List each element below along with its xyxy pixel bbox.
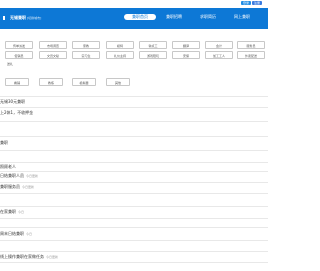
list-item-title: 日结兼职人员 [0,173,24,178]
divider [0,262,268,263]
divider [0,206,268,207]
top-actions: 登录 注册 [240,1,262,5]
divider [0,162,268,163]
category-chip[interactable]: 看铺 [5,78,29,86]
category-chip[interactable]: 其他 [106,78,130,86]
category-chip[interactable]: 文员文秘 [39,51,67,59]
main-nav: 兼职首页 兼职招聘 求职简历 网上兼职 [0,14,268,20]
nav-item-home[interactable]: 兼职首页 [124,14,156,20]
divider [0,218,268,219]
divider [0,182,268,183]
list-item[interactable]: 在家兼职 今日 [0,209,24,215]
list-item-title: 在家兼职 [0,209,16,214]
category-chip[interactable]: 礼仪主持 [106,51,134,59]
divider [0,227,268,228]
category-chip[interactable]: 教练 [39,78,63,86]
divider [0,136,268,137]
category-chip[interactable]: 促销员 [5,51,33,59]
register-button[interactable]: 注册 [251,1,262,5]
list-item[interactable]: 照顾老人 [0,164,18,170]
list-item-title: 线上操作兼职在家做任务 [0,254,44,259]
list-item[interactable]: 日结兼职人员 今日更新 [0,173,38,179]
list-item[interactable]: 无锡30元兼职 [0,99,27,105]
list-item[interactable]: 线上操作兼职在家做任务 今日更新 [0,254,58,260]
list-item-meta: 今日更新 [26,174,39,178]
divider [0,121,268,122]
list-item-title: 上2休1，不收押金 [0,110,34,115]
category-chip[interactable]: 模拟器 [72,78,96,86]
category-chip[interactable]: 送礼 [5,60,33,68]
nav-item-jobs[interactable]: 兼职招聘 [162,14,186,20]
divider [0,150,268,151]
list-item-title: 周末日结兼职 [0,231,24,236]
list-item-title: 兼职 [0,140,8,145]
divider [0,171,268,172]
category-chip[interactable]: 市场调查 [39,41,67,49]
divider [0,107,268,108]
divider [0,193,268,194]
category-chip[interactable]: 翻译 [172,41,200,49]
category-chip[interactable]: 外卖配送 [237,51,265,59]
category-chip[interactable]: 家教 [72,41,100,49]
login-button[interactable]: 登录 [240,1,251,5]
category-grid: 传单派发 市场调查 家教 模特 钟点工 翻译 会计 服务员 促销员 文员文秘 实… [0,36,268,92]
list-item[interactable]: 上2休1，不收押金 [0,110,35,116]
list-item[interactable]: 周末日结兼职 今日 [0,231,32,237]
list-item-title: 兼职服务员 [0,184,20,189]
nav-item-online-jobs[interactable]: 网上兼职 [229,14,255,20]
category-chip[interactable]: 钟点工 [139,41,167,49]
list-item-meta: 今日更新 [22,185,35,189]
category-chip[interactable]: 服务员 [237,41,265,49]
list-item-meta: 今日 [18,210,25,214]
list-item-title: 无锡30元兼职 [0,99,26,104]
category-chip[interactable]: 模特 [106,41,134,49]
list-item-meta: 今日更新 [46,255,59,259]
category-chip[interactable]: 安保 [172,51,200,59]
top-bar: 登录 注册 [0,0,268,6]
category-chip[interactable]: 加工工人 [205,51,233,59]
divider [0,240,268,241]
header: 无锡兼职[切换城市] 兼职首页 兼职招聘 求职简历 网上兼职 [0,8,268,29]
list-item[interactable]: 兼职 [0,140,10,146]
list-item-meta: 今日 [26,232,33,236]
category-chip[interactable]: 会计 [205,41,233,49]
divider [0,96,268,97]
category-chip[interactable]: 游戏陪玩 [139,51,167,59]
nav-item-resumes[interactable]: 求职简历 [196,14,220,20]
category-chip[interactable]: 传单派发 [5,41,33,49]
divider [0,251,268,252]
list-item[interactable]: 兼职服务员 今日更新 [0,184,34,190]
category-chip[interactable]: 实习生 [72,51,100,59]
list-item-title: 照顾老人 [0,164,16,169]
